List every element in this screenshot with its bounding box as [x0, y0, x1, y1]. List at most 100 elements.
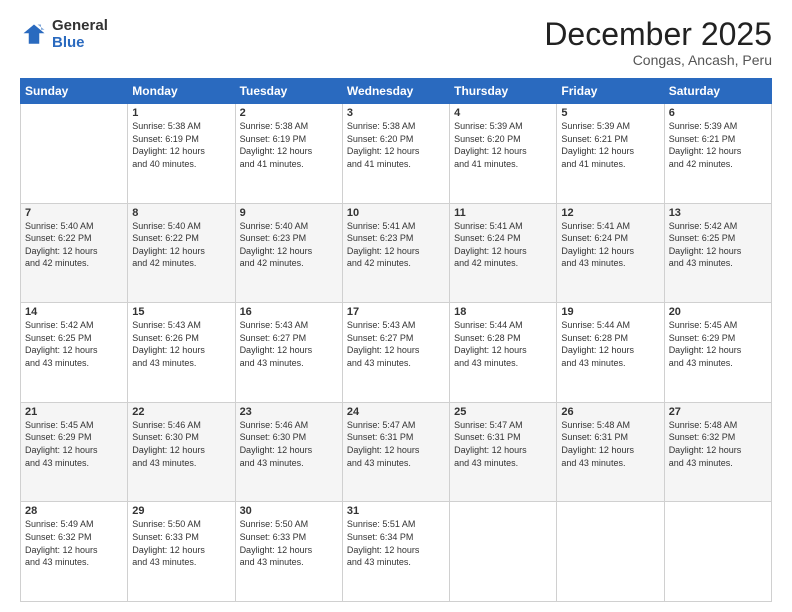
- table-row: 29Sunrise: 5:50 AM Sunset: 6:33 PM Dayli…: [128, 502, 235, 602]
- day-number: 29: [132, 505, 230, 517]
- day-info: Sunrise: 5:42 AM Sunset: 6:25 PM Dayligh…: [25, 319, 123, 369]
- title-location: Congas, Ancash, Peru: [544, 52, 772, 68]
- day-info: Sunrise: 5:40 AM Sunset: 6:23 PM Dayligh…: [240, 220, 338, 270]
- table-row: 14Sunrise: 5:42 AM Sunset: 6:25 PM Dayli…: [21, 303, 128, 403]
- table-row: [21, 104, 128, 204]
- header: General Blue December 2025 Congas, Ancas…: [20, 18, 772, 68]
- table-row: 9Sunrise: 5:40 AM Sunset: 6:23 PM Daylig…: [235, 203, 342, 303]
- day-info: Sunrise: 5:43 AM Sunset: 6:26 PM Dayligh…: [132, 319, 230, 369]
- calendar-header-row: Sunday Monday Tuesday Wednesday Thursday…: [21, 79, 772, 104]
- table-row: 16Sunrise: 5:43 AM Sunset: 6:27 PM Dayli…: [235, 303, 342, 403]
- col-monday: Monday: [128, 79, 235, 104]
- day-info: Sunrise: 5:48 AM Sunset: 6:31 PM Dayligh…: [561, 419, 659, 469]
- col-wednesday: Wednesday: [342, 79, 449, 104]
- logo-blue: Blue: [52, 34, 85, 51]
- table-row: 2Sunrise: 5:38 AM Sunset: 6:19 PM Daylig…: [235, 104, 342, 204]
- day-info: Sunrise: 5:44 AM Sunset: 6:28 PM Dayligh…: [454, 319, 552, 369]
- day-number: 22: [132, 406, 230, 418]
- logo-general: General: [52, 17, 108, 34]
- day-info: Sunrise: 5:42 AM Sunset: 6:25 PM Dayligh…: [669, 220, 767, 270]
- calendar-week-row: 14Sunrise: 5:42 AM Sunset: 6:25 PM Dayli…: [21, 303, 772, 403]
- day-info: Sunrise: 5:41 AM Sunset: 6:23 PM Dayligh…: [347, 220, 445, 270]
- table-row: 27Sunrise: 5:48 AM Sunset: 6:32 PM Dayli…: [664, 402, 771, 502]
- page: General Blue December 2025 Congas, Ancas…: [0, 0, 792, 612]
- day-number: 10: [347, 207, 445, 219]
- table-row: [450, 502, 557, 602]
- day-number: 2: [240, 107, 338, 119]
- table-row: 15Sunrise: 5:43 AM Sunset: 6:26 PM Dayli…: [128, 303, 235, 403]
- day-info: Sunrise: 5:49 AM Sunset: 6:32 PM Dayligh…: [25, 518, 123, 568]
- day-number: 30: [240, 505, 338, 517]
- table-row: 21Sunrise: 5:45 AM Sunset: 6:29 PM Dayli…: [21, 402, 128, 502]
- table-row: 28Sunrise: 5:49 AM Sunset: 6:32 PM Dayli…: [21, 502, 128, 602]
- day-number: 16: [240, 306, 338, 318]
- day-info: Sunrise: 5:46 AM Sunset: 6:30 PM Dayligh…: [132, 419, 230, 469]
- table-row: 11Sunrise: 5:41 AM Sunset: 6:24 PM Dayli…: [450, 203, 557, 303]
- day-number: 19: [561, 306, 659, 318]
- day-number: 20: [669, 306, 767, 318]
- day-info: Sunrise: 5:39 AM Sunset: 6:21 PM Dayligh…: [561, 120, 659, 170]
- table-row: 17Sunrise: 5:43 AM Sunset: 6:27 PM Dayli…: [342, 303, 449, 403]
- day-number: 3: [347, 107, 445, 119]
- day-info: Sunrise: 5:51 AM Sunset: 6:34 PM Dayligh…: [347, 518, 445, 568]
- day-number: 1: [132, 107, 230, 119]
- day-number: 4: [454, 107, 552, 119]
- day-info: Sunrise: 5:50 AM Sunset: 6:33 PM Dayligh…: [240, 518, 338, 568]
- day-number: 13: [669, 207, 767, 219]
- day-info: Sunrise: 5:41 AM Sunset: 6:24 PM Dayligh…: [561, 220, 659, 270]
- day-number: 9: [240, 207, 338, 219]
- day-number: 6: [669, 107, 767, 119]
- table-row: 7Sunrise: 5:40 AM Sunset: 6:22 PM Daylig…: [21, 203, 128, 303]
- day-info: Sunrise: 5:46 AM Sunset: 6:30 PM Dayligh…: [240, 419, 338, 469]
- logo-icon: [20, 21, 48, 49]
- day-info: Sunrise: 5:43 AM Sunset: 6:27 PM Dayligh…: [240, 319, 338, 369]
- table-row: 4Sunrise: 5:39 AM Sunset: 6:20 PM Daylig…: [450, 104, 557, 204]
- calendar-table: Sunday Monday Tuesday Wednesday Thursday…: [20, 78, 772, 602]
- day-info: Sunrise: 5:38 AM Sunset: 6:19 PM Dayligh…: [132, 120, 230, 170]
- table-row: 13Sunrise: 5:42 AM Sunset: 6:25 PM Dayli…: [664, 203, 771, 303]
- table-row: 8Sunrise: 5:40 AM Sunset: 6:22 PM Daylig…: [128, 203, 235, 303]
- day-number: 27: [669, 406, 767, 418]
- day-number: 8: [132, 207, 230, 219]
- title-month: December 2025: [544, 18, 772, 50]
- calendar-week-row: 21Sunrise: 5:45 AM Sunset: 6:29 PM Dayli…: [21, 402, 772, 502]
- day-info: Sunrise: 5:47 AM Sunset: 6:31 PM Dayligh…: [454, 419, 552, 469]
- day-info: Sunrise: 5:39 AM Sunset: 6:21 PM Dayligh…: [669, 120, 767, 170]
- table-row: 20Sunrise: 5:45 AM Sunset: 6:29 PM Dayli…: [664, 303, 771, 403]
- day-number: 25: [454, 406, 552, 418]
- table-row: 24Sunrise: 5:47 AM Sunset: 6:31 PM Dayli…: [342, 402, 449, 502]
- col-thursday: Thursday: [450, 79, 557, 104]
- day-number: 7: [25, 207, 123, 219]
- table-row: 26Sunrise: 5:48 AM Sunset: 6:31 PM Dayli…: [557, 402, 664, 502]
- table-row: 12Sunrise: 5:41 AM Sunset: 6:24 PM Dayli…: [557, 203, 664, 303]
- table-row: 3Sunrise: 5:38 AM Sunset: 6:20 PM Daylig…: [342, 104, 449, 204]
- table-row: 5Sunrise: 5:39 AM Sunset: 6:21 PM Daylig…: [557, 104, 664, 204]
- day-info: Sunrise: 5:39 AM Sunset: 6:20 PM Dayligh…: [454, 120, 552, 170]
- table-row: 6Sunrise: 5:39 AM Sunset: 6:21 PM Daylig…: [664, 104, 771, 204]
- day-number: 24: [347, 406, 445, 418]
- day-number: 31: [347, 505, 445, 517]
- day-number: 11: [454, 207, 552, 219]
- calendar-week-row: 7 Sunrise: 5:40 AM Sunset: 6:22 PM Daylig…: [21, 203, 772, 303]
- table-row: 10Sunrise: 5:41 AM Sunset: 6:23 PM Dayli…: [342, 203, 449, 303]
- table-row: [557, 502, 664, 602]
- day-info: Sunrise: 5:43 AM Sunset: 6:27 PM Dayligh…: [347, 319, 445, 369]
- table-row: 1Sunrise: 5:38 AM Sunset: 6:19 PM Daylig…: [128, 104, 235, 204]
- calendar-week-row: 28Sunrise: 5:49 AM Sunset: 6:32 PM Dayli…: [21, 502, 772, 602]
- logo-text: General Blue: [52, 18, 108, 51]
- table-row: 25Sunrise: 5:47 AM Sunset: 6:31 PM Dayli…: [450, 402, 557, 502]
- table-row: 23Sunrise: 5:46 AM Sunset: 6:30 PM Dayli…: [235, 402, 342, 502]
- day-info: Sunrise: 5:38 AM Sunset: 6:19 PM Dayligh…: [240, 120, 338, 170]
- day-number: 5: [561, 107, 659, 119]
- day-info: Sunrise: 5:47 AM Sunset: 6:31 PM Dayligh…: [347, 419, 445, 469]
- day-number: 17: [347, 306, 445, 318]
- day-info: Sunrise: 5:38 AM Sunset: 6:20 PM Dayligh…: [347, 120, 445, 170]
- col-tuesday: Tuesday: [235, 79, 342, 104]
- logo: General Blue: [20, 18, 108, 51]
- day-info: Sunrise: 5:45 AM Sunset: 6:29 PM Dayligh…: [669, 319, 767, 369]
- day-number: 23: [240, 406, 338, 418]
- day-number: 12: [561, 207, 659, 219]
- day-number: 15: [132, 306, 230, 318]
- day-info: Sunrise: 5:40 AM Sunset: 6:22 PM Dayligh…: [132, 220, 230, 270]
- table-row: 31Sunrise: 5:51 AM Sunset: 6:34 PM Dayli…: [342, 502, 449, 602]
